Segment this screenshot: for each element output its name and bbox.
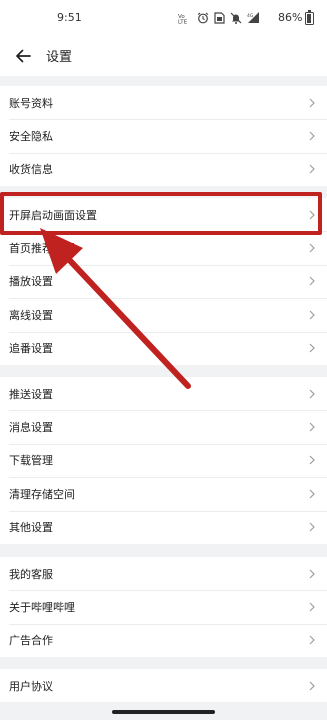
group-system: 推送设置 消息设置 下载管理 清理存储空间 其他设置 (0, 377, 327, 544)
chevron-right-icon (309, 131, 315, 141)
settings-item-label: 推送设置 (9, 387, 53, 401)
status-bar: 9:51 Vo LTE 4G 86% (0, 0, 327, 36)
chevron-right-icon (309, 569, 315, 579)
battery-icon (305, 9, 314, 25)
settings-item-home-recommend[interactable]: 首页推荐设置 (0, 231, 327, 264)
settings-item-label: 收货信息 (9, 163, 53, 177)
settings-item-downloads[interactable]: 下载管理 (0, 443, 327, 477)
settings-item-playback[interactable]: 播放设置 (0, 264, 327, 298)
signal-icon: 4G (247, 12, 260, 24)
settings-item-label: 其他设置 (9, 521, 53, 535)
settings-item-label: 离线设置 (9, 308, 53, 322)
chevron-right-icon (309, 210, 315, 220)
back-arrow-icon[interactable] (12, 45, 34, 67)
chevron-right-icon (309, 277, 315, 286)
settings-item-label: 清理存储空间 (9, 487, 75, 501)
settings-item-label: 首页推荐设置 (9, 242, 75, 256)
settings-item-label: 关于哔哩哔哩 (9, 601, 75, 615)
chevron-right-icon (309, 522, 315, 532)
settings-item-label: 追番设置 (9, 342, 53, 356)
settings-item-clear-storage[interactable]: 清理存储空间 (0, 477, 327, 510)
hd-voice-icon: Vo LTE (178, 12, 192, 24)
chevron-right-icon (309, 343, 315, 353)
settings-item-push[interactable]: 推送设置 (0, 377, 327, 410)
dnd-icon (230, 12, 242, 24)
settings-item-label: 广告合作 (9, 634, 53, 648)
group-about: 我的客服 关于哔哩哔哩 广告合作 (0, 557, 327, 658)
settings-item-about[interactable]: 关于哔哩哔哩 (0, 590, 327, 623)
alarm-icon (197, 12, 209, 24)
app-bar: 设置 (0, 36, 327, 76)
group-playback: 开屏启动画面设置 首页推荐设置 播放设置 离线设置 追番设置 (0, 198, 327, 365)
settings-item-label: 下载管理 (9, 454, 53, 468)
settings-item-label: 安全隐私 (9, 130, 53, 144)
settings-item-label: 消息设置 (9, 421, 53, 435)
settings-item-shipping-info[interactable]: 收货信息 (0, 152, 327, 186)
chevron-right-icon (309, 98, 315, 108)
settings-item-follow-anime[interactable]: 追番设置 (0, 331, 327, 365)
settings-item-messages[interactable]: 消息设置 (0, 410, 327, 443)
page-title: 设置 (46, 50, 73, 65)
settings-item-account-profile[interactable]: 账号资料 (0, 86, 327, 119)
chevron-right-icon (309, 681, 315, 691)
chevron-right-icon (309, 422, 315, 432)
group-account: 账号资料 安全隐私 收货信息 (0, 86, 327, 187)
group-legal: 用户协议 (0, 669, 327, 703)
status-icons: Vo LTE 4G (178, 10, 260, 26)
settings-item-customer-service[interactable]: 我的客服 (0, 557, 327, 590)
settings-item-offline[interactable]: 离线设置 (0, 298, 327, 331)
chevron-right-icon (309, 310, 315, 320)
settings-item-ad-cooperation[interactable]: 广告合作 (0, 623, 327, 657)
chevron-right-icon (309, 456, 315, 465)
settings-item-security-privacy[interactable]: 安全隐私 (0, 119, 327, 152)
settings-item-label: 播放设置 (9, 275, 53, 289)
settings-item-label: 开屏启动画面设置 (9, 208, 97, 222)
chevron-right-icon (309, 489, 315, 499)
settings-item-user-agreement[interactable]: 用户协议 (0, 669, 327, 702)
settings-item-other[interactable]: 其他设置 (0, 510, 327, 544)
chevron-right-icon (309, 636, 315, 645)
chevron-right-icon (309, 389, 315, 399)
chevron-right-icon (309, 602, 315, 612)
settings-item-label: 我的客服 (9, 567, 53, 581)
chevron-right-icon (309, 165, 315, 174)
svg-text:4G: 4G (247, 13, 254, 19)
gesture-nav-bar[interactable] (112, 710, 215, 714)
sim-icon (214, 12, 225, 24)
svg-text:LTE: LTE (178, 20, 188, 25)
status-time: 9:51 (57, 11, 82, 24)
battery-percentage: 86% (278, 11, 303, 24)
settings-item-splash-screen[interactable]: 开屏启动画面设置 (0, 198, 327, 231)
chevron-right-icon (309, 243, 315, 253)
settings-item-label: 用户协议 (9, 679, 53, 693)
settings-item-label: 账号资料 (9, 96, 53, 110)
